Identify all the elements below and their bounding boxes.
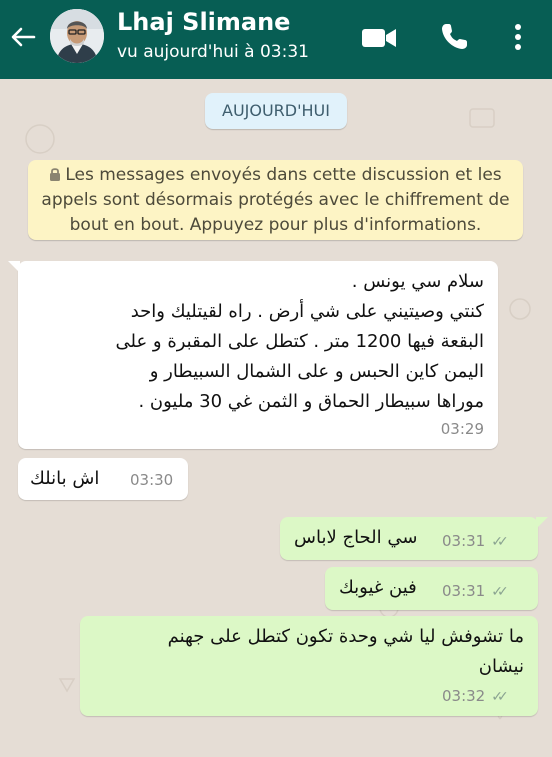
contact-photo	[50, 9, 104, 63]
message-text: سي الحاج لاباس	[294, 527, 418, 548]
more-vert-icon[interactable]	[506, 20, 530, 54]
message-bubble-outgoing[interactable]: سي الحاج لاباس 03:31 ✓✓	[280, 517, 548, 560]
message-line: سلام سي يونس .	[351, 271, 484, 292]
message-bubble-outgoing[interactable]: فين غيوبك 03:31 ✓✓	[325, 567, 538, 610]
message-text: فين غيوبك	[339, 577, 417, 598]
double-check-icon: ✓✓	[491, 689, 509, 705]
bubble-tail	[536, 517, 548, 529]
lock-icon	[50, 168, 61, 181]
message-line: اليمن كاين الحبس و على الشمال السبيطار و	[149, 361, 484, 382]
last-seen-status: vu aujourd'hui à 03:31	[117, 42, 309, 62]
message-bubble-incoming[interactable]: اش بانلك 03:30	[18, 458, 188, 500]
message-line: البقعة فيها 1200 متر . كتطل على المقبرة …	[115, 331, 484, 352]
encryption-notice[interactable]: Les messages envoyés dans cette discussi…	[28, 160, 523, 240]
message-bubble-outgoing[interactable]: ما تشوفش ليا شي وحدة تكون كتطل على جهنم …	[80, 616, 538, 716]
back-arrow-icon[interactable]	[8, 22, 38, 52]
message-time: 03:32	[442, 687, 486, 705]
video-call-icon[interactable]	[360, 25, 398, 51]
message-line: ما تشوفش ليا شي وحدة تكون كتطل على جهنم	[167, 626, 524, 647]
message-bubble-incoming[interactable]: سلام سي يونس . كنتي وصيتيني على شي أرض .…	[8, 261, 498, 449]
message-line: كنتي وصيتيني على شي أرض . راه لقيتليك وا…	[130, 301, 484, 322]
message-time: 03:31	[442, 582, 486, 600]
double-check-icon: ✓✓	[491, 534, 509, 550]
message-line: نيشان	[478, 656, 524, 677]
message-time: 03:30	[130, 471, 174, 489]
bubble-tail	[8, 261, 20, 273]
date-chip: AUJOURD'HUI	[205, 93, 347, 129]
message-line: موراها سبيطار الحماق و الثمن غي 30 مليون…	[138, 391, 484, 412]
phone-icon[interactable]	[438, 21, 470, 53]
chat-header: Lhaj Slimane vu aujourd'hui à 03:31	[0, 0, 552, 79]
message-time: 03:29	[440, 420, 484, 438]
message-time: 03:31	[442, 532, 486, 550]
chat-area[interactable]: AUJOURD'HUI Les messages envoyés dans ce…	[0, 79, 552, 757]
contact-name[interactable]: Lhaj Slimane	[117, 8, 290, 36]
encryption-notice-text: Les messages envoyés dans cette discussi…	[41, 165, 510, 235]
message-text: اش بانلك	[30, 468, 100, 489]
double-check-icon: ✓✓	[491, 584, 509, 600]
avatar[interactable]	[50, 9, 104, 63]
